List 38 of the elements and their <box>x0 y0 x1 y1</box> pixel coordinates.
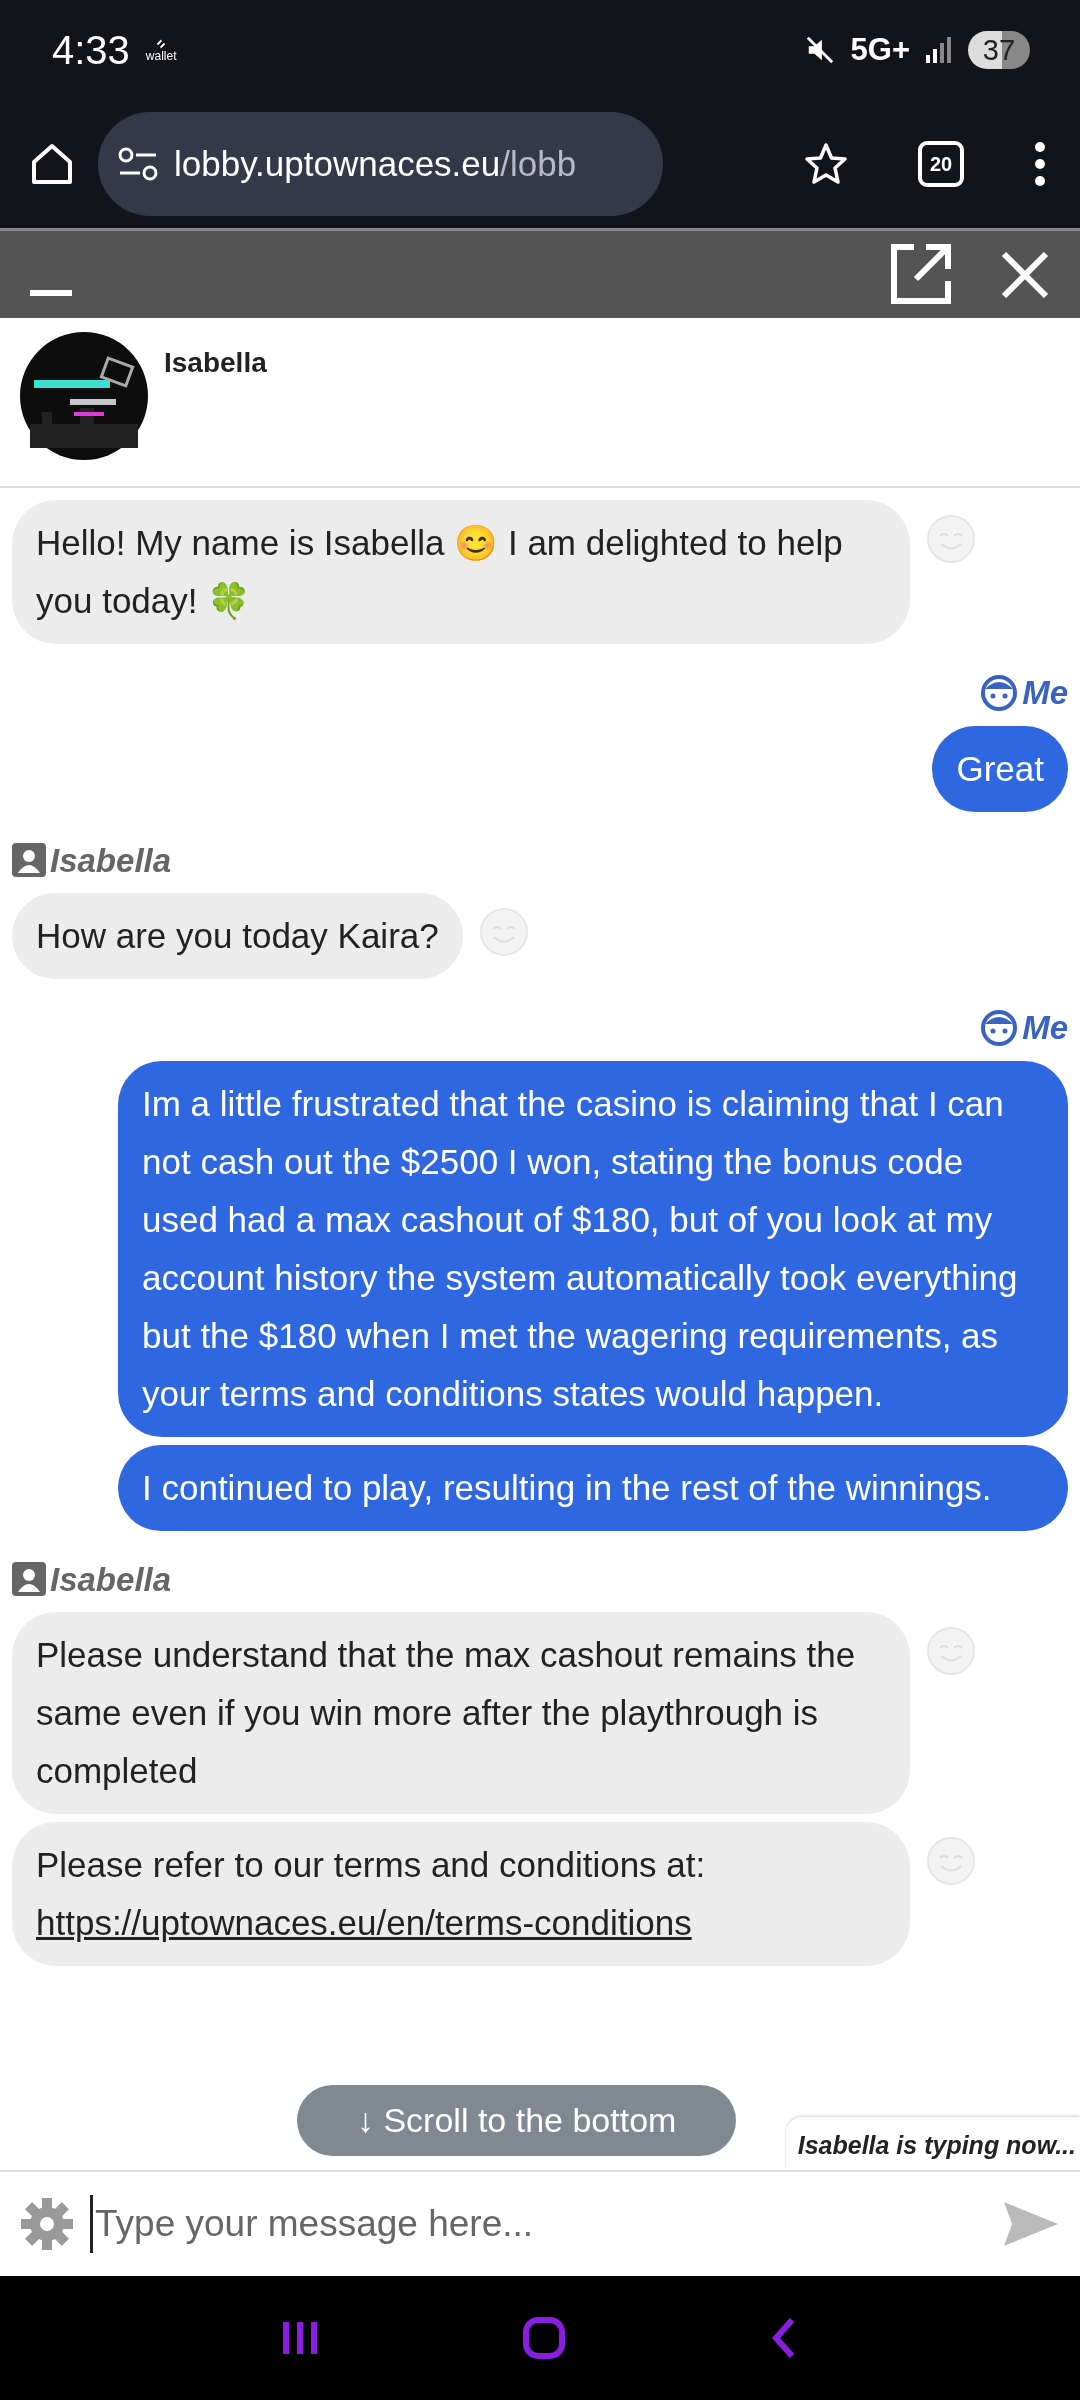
message-bubble: Im a little frustrated that the casino is claiming that I can not cash out the $2500 I won, stating the bonus code used had a max cashout of $180, but of you look at my account history the system automatically took everything but the $180 when I met the wagering requirements, as your terms and conditions states would happen. <box>118 1060 1068 1437</box>
message-bubble: How are you today Kaira? <box>12 893 463 979</box>
close-icon[interactable] <box>1000 249 1050 300</box>
tab-count[interactable]: 20 <box>918 141 964 187</box>
url-path: /lobb <box>500 143 577 183</box>
address-bar[interactable]: lobby.uptownaces.eu/lobb <box>98 112 663 216</box>
sender-name: Isabella <box>50 840 172 881</box>
person-icon <box>12 843 46 878</box>
message-bubble: I continued to play, resulting in the rest of the winnings. <box>118 1444 1068 1531</box>
mute-icon <box>804 34 835 66</box>
star-icon[interactable] <box>804 142 848 186</box>
scroll-to-bottom-button[interactable]: ↓ Scroll to the bottom <box>297 2085 737 2156</box>
battery-indicator: 37 <box>968 31 1030 69</box>
sender-name: Me <box>1022 673 1068 713</box>
send-icon[interactable] <box>1002 2200 1060 2248</box>
person-icon <box>12 1562 46 1597</box>
message-bubble: Please understand that the max cashout remains the same even if you win more after the playthrough is completed <box>12 1612 910 1814</box>
home-icon[interactable] <box>30 142 74 186</box>
sender-name: Me <box>1022 1008 1068 1048</box>
signal-icon <box>926 37 952 63</box>
face-icon <box>980 673 1019 712</box>
face-icon <box>980 1008 1019 1047</box>
message-bubble: Hello! My name is Isabella 😊 I am delighted to help you today! 🍀 <box>12 500 910 644</box>
terms-link[interactable]: https://uptownaces.eu/en/terms-conditions <box>36 1903 692 1942</box>
sender-name: Isabella <box>50 1559 172 1600</box>
site-settings-icon[interactable] <box>118 147 158 181</box>
url-host: lobby.uptownaces.eu <box>174 143 501 183</box>
agent-name: Isabella <box>164 346 267 380</box>
menu-icon[interactable] <box>1034 141 1046 187</box>
clock-time: 4:33 <box>52 27 130 74</box>
wallet-label: wallet <box>145 50 177 62</box>
message-bubble: Great <box>932 725 1068 812</box>
message-bubble: Please refer to our terms and conditions at: https://uptownaces.eu/en/terms-conditions <box>12 1822 910 1966</box>
typing-indicator: Isabella is typing now... <box>785 2116 1080 2170</box>
network-label: 5G+ <box>850 30 910 69</box>
settings-icon[interactable] <box>20 2197 74 2251</box>
home-button-icon[interactable] <box>522 2316 566 2360</box>
external-link-icon[interactable] <box>888 242 952 307</box>
